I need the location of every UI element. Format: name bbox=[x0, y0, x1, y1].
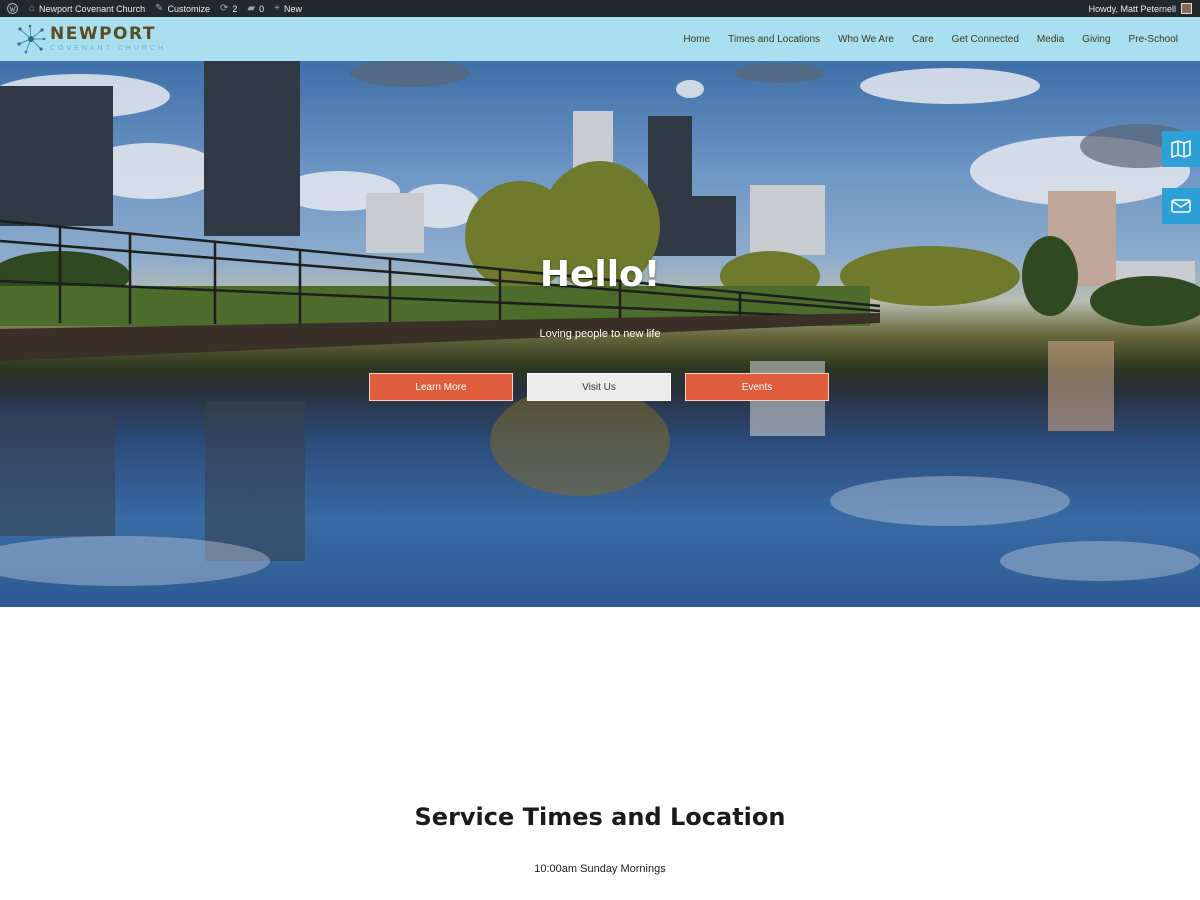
admin-updates[interactable]: ⟳ 2 bbox=[215, 0, 242, 17]
logo-starburst-icon bbox=[17, 24, 46, 54]
mail-tab[interactable] bbox=[1162, 188, 1200, 224]
main-nav: Home Times and Locations Who We Are Care… bbox=[683, 34, 1178, 45]
events-button[interactable]: Events bbox=[685, 373, 829, 401]
brush-icon: ✎ bbox=[155, 2, 164, 14]
hero-subtitle: Loving people to new life bbox=[539, 328, 661, 340]
service-times-heading: Service Times and Location bbox=[414, 803, 786, 831]
nav-home[interactable]: Home bbox=[683, 34, 710, 45]
admin-new[interactable]: + New bbox=[269, 0, 307, 17]
logo-subtitle: COVENANT CHURCH bbox=[50, 45, 167, 52]
nav-get-connected[interactable]: Get Connected bbox=[952, 34, 1019, 45]
learn-more-button[interactable]: Learn More bbox=[369, 373, 513, 401]
nav-pre-school[interactable]: Pre-School bbox=[1129, 34, 1178, 45]
site-logo[interactable]: NEWPORT COVENANT CHURCH bbox=[16, 24, 166, 54]
site-header: NEWPORT COVENANT CHURCH Home Times and L… bbox=[0, 17, 1200, 61]
updates-icon: ⟳ bbox=[220, 2, 229, 14]
hero-buttons: Learn More Visit Us Events bbox=[369, 373, 829, 401]
admin-comments[interactable]: ▰ 0 bbox=[242, 0, 269, 17]
mail-icon bbox=[1171, 199, 1191, 213]
avatar bbox=[1181, 3, 1192, 14]
logo-title: NEWPORT bbox=[50, 24, 156, 44]
map-tab[interactable] bbox=[1162, 131, 1200, 167]
plus-icon: + bbox=[274, 2, 280, 14]
home-icon: ⌂ bbox=[29, 2, 36, 14]
wordpress-logo-icon[interactable] bbox=[0, 0, 24, 17]
hero-title: Hello! bbox=[539, 254, 661, 295]
admin-site-name[interactable]: ⌂ Newport Covenant Church bbox=[24, 0, 150, 17]
nav-care[interactable]: Care bbox=[912, 34, 934, 45]
service-time-text: 10:00am Sunday Mornings bbox=[534, 863, 666, 875]
nav-times-and-locations[interactable]: Times and Locations bbox=[728, 34, 820, 45]
hero-banner: Hello! Loving people to new life Learn M… bbox=[0, 61, 1200, 607]
visit-us-button[interactable]: Visit Us bbox=[527, 373, 671, 401]
admin-bar: ⌂ Newport Covenant Church ✎ Customize ⟳ … bbox=[0, 0, 1200, 17]
nav-who-we-are[interactable]: Who We Are bbox=[838, 34, 894, 45]
map-icon bbox=[1171, 140, 1191, 158]
admin-account[interactable]: Howdy, Matt Peternell bbox=[1084, 0, 1200, 17]
comment-icon: ▰ bbox=[247, 2, 256, 14]
nav-media[interactable]: Media bbox=[1037, 34, 1064, 45]
admin-customize[interactable]: ✎ Customize bbox=[150, 0, 215, 17]
nav-giving[interactable]: Giving bbox=[1082, 34, 1110, 45]
